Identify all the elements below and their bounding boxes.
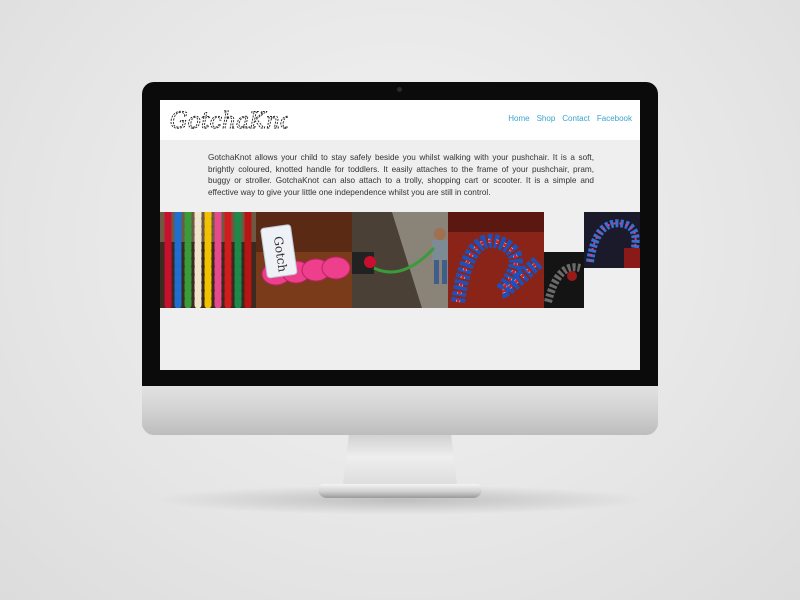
dark-knot-photo-2	[584, 212, 640, 268]
toddler-walking-photo	[352, 212, 448, 308]
monitor-stand-base	[318, 484, 482, 498]
colourful-knots-photo	[160, 212, 256, 308]
multicolour-knot-photo	[448, 212, 544, 308]
page-content: GotchaKnot allows your child to stay saf…	[160, 140, 640, 370]
intro-paragraph: GotchaKnot allows your child to stay saf…	[208, 153, 594, 197]
main-nav: Home Shop Contact Facebook	[508, 114, 632, 123]
pink-knot-tag-photo: Gotch	[256, 212, 352, 308]
monitor-chin	[142, 386, 658, 435]
nav-home-link[interactable]: Home	[508, 114, 529, 123]
site-logo[interactable]: GotchaKnot	[168, 105, 288, 135]
browser-viewport: GotchaKnot Home Shop Contact Facebook Go…	[160, 100, 640, 370]
nav-contact-link[interactable]: Contact	[562, 114, 590, 123]
dark-knot-photo	[544, 252, 584, 308]
camera-icon	[397, 87, 402, 92]
nav-shop-link[interactable]: Shop	[537, 114, 556, 123]
nav-facebook-link[interactable]: Facebook	[597, 114, 632, 123]
site-header: GotchaKnot Home Shop Contact Facebook	[160, 100, 640, 140]
logo-text: GotchaKnot	[170, 109, 288, 134]
